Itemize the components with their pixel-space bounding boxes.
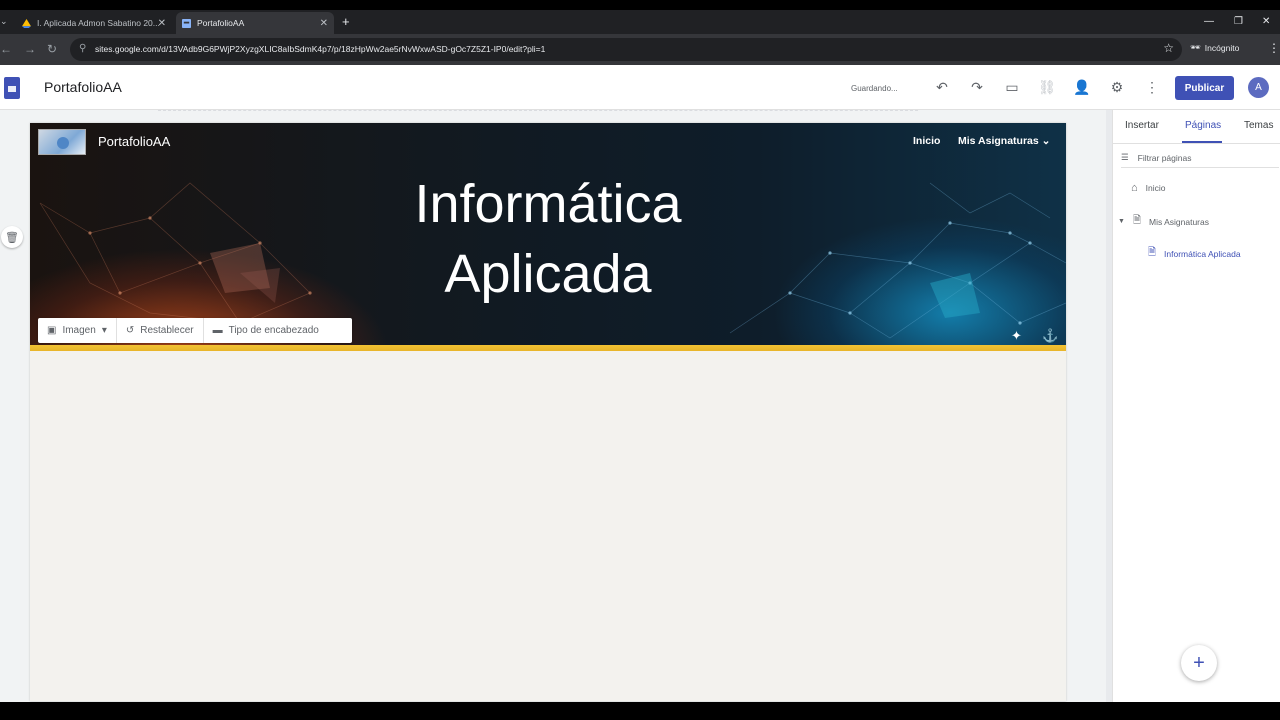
change-image-label: Imagen	[62, 325, 96, 336]
chrome-menu-icon[interactable]: ⋮	[1268, 41, 1280, 55]
filter-icon: ☰	[1121, 152, 1129, 162]
sites-icon	[182, 18, 191, 28]
restore-icon[interactable]: ❐	[1234, 16, 1243, 27]
page-item-label: Informática Aplicada	[1164, 248, 1241, 259]
section-guide	[158, 110, 918, 115]
reload-icon[interactable]: ↻	[47, 42, 57, 56]
new-tab-icon[interactable]: +	[342, 14, 350, 29]
browser-tabstrip: ⌄ I. Aplicada Admon Sabatino 20... ✕ Por…	[0, 10, 1280, 34]
reset-label: Restablecer	[140, 325, 194, 336]
expand-caret-icon[interactable]: ▼	[1118, 218, 1125, 225]
site-logo-image[interactable]	[38, 129, 86, 155]
redo-icon[interactable]: ↷	[967, 77, 987, 97]
nav-link-subjects[interactable]: Mis Asignaturas ⌄	[958, 135, 1050, 147]
header-banner[interactable]: PortafolioAA Inicio Mis Asignaturas ⌄ In…	[30, 123, 1066, 345]
side-panel: Insertar Páginas Temas ☰ Filtrar páginas…	[1112, 110, 1280, 702]
caret-down-icon: ▾	[101, 325, 107, 336]
change-image-button[interactable]: ▣ Imagen ▾	[38, 318, 117, 343]
drive-icon	[22, 18, 31, 28]
sites-app-bar: PortafolioAA Guardando... ↶ ↷ ▭ ⛓ 👤 ⚙ ⋮ …	[0, 65, 1280, 110]
browser-tab-drive[interactable]: I. Aplicada Admon Sabatino 20... ✕	[16, 12, 172, 34]
avatar[interactable]: A	[1248, 77, 1269, 98]
nav-link-home[interactable]: Inicio	[913, 135, 940, 147]
delete-section-icon[interactable]: 🗑	[1, 226, 23, 248]
chevron-down-icon: ⌄	[1041, 135, 1051, 147]
url-text: sites.google.com/d/13VAdb9G6PWjP2XyzgXLI…	[95, 44, 546, 54]
tab-label: I. Aplicada Admon Sabatino 20...	[37, 18, 160, 28]
filter-pages-input[interactable]: ☰ Filtrar páginas	[1121, 148, 1279, 168]
incognito-label: Incógnito	[1204, 42, 1240, 53]
minimize-icon[interactable]: —	[1204, 16, 1214, 27]
filter-placeholder: Filtrar páginas	[1137, 152, 1192, 163]
tab-pages[interactable]: Páginas	[1185, 120, 1221, 131]
google-sites-logo-icon[interactable]	[4, 77, 20, 99]
letterbox-top	[0, 0, 1280, 10]
page-item-home[interactable]: ⌂ Inicio	[1131, 182, 1166, 194]
page-icon: 🗎	[1132, 215, 1141, 226]
address-bar[interactable]: ⚲ sites.google.com/d/13VAdb9G6PWjP2XyzgX…	[70, 38, 1182, 61]
save-status: Guardando...	[851, 84, 898, 93]
undo-icon[interactable]: ↶	[932, 77, 952, 97]
image-icon: ▣	[47, 325, 57, 336]
nav-link-subjects-label: Mis Asignaturas	[958, 135, 1039, 147]
header-type-button[interactable]: ▬ Tipo de encabezado	[204, 318, 328, 343]
page-icon: 🗎	[1148, 247, 1157, 258]
site-info-icon[interactable]: ⚲	[79, 43, 86, 54]
page-item-informatica[interactable]: 🗎 Informática Aplicada	[1148, 245, 1241, 262]
site-title[interactable]: PortafolioAA	[44, 79, 122, 95]
header-image-toolbar: ▣ Imagen ▾ ↺ Restablecer ▬ Tipo de encab…	[38, 318, 352, 343]
page-item-label: Mis Asignaturas	[1148, 216, 1209, 227]
preview-icon[interactable]: ▭	[1002, 77, 1022, 97]
browser-tab-sites[interactable]: PortafolioAA ✕	[176, 12, 334, 34]
tab-themes[interactable]: Temas	[1244, 120, 1273, 131]
page-title-line2: Aplicada	[444, 244, 652, 304]
window-close-icon[interactable]: ✕	[1262, 16, 1270, 27]
link-icon[interactable]: ⛓	[1037, 77, 1057, 97]
sparkle-icon[interactable]: ✦	[1011, 328, 1022, 344]
incognito-indicator[interactable]: 🕶 Incógnito	[1190, 42, 1239, 53]
share-icon[interactable]: 👤	[1072, 77, 1092, 97]
tab-label: PortafolioAA	[197, 18, 245, 28]
letterbox-bottom	[0, 702, 1280, 720]
site-name[interactable]: PortafolioAA	[98, 134, 170, 149]
reset-button[interactable]: ↺ Restablecer	[117, 318, 204, 343]
header-accent-bar	[30, 345, 1066, 351]
anchor-icon[interactable]: ⚓	[1042, 328, 1058, 344]
page-item-subjects[interactable]: ▼ 🗎 Mis Asignaturas	[1118, 213, 1209, 230]
page-title[interactable]: Informática Aplicada	[30, 169, 1066, 309]
more-options-icon[interactable]: ⋮	[1142, 77, 1162, 97]
reset-icon: ↺	[125, 325, 135, 336]
add-page-button[interactable]: +	[1181, 645, 1217, 681]
page-title-line1: Informática	[414, 174, 682, 234]
close-icon[interactable]: ✕	[158, 18, 166, 29]
back-icon[interactable]: ←	[0, 42, 12, 56]
panel-divider	[1113, 143, 1280, 144]
close-icon[interactable]: ✕	[320, 18, 328, 29]
page-item-label: Inicio	[1145, 183, 1166, 193]
tab-insert[interactable]: Insertar	[1125, 120, 1159, 131]
publish-button[interactable]: Publicar	[1175, 76, 1234, 100]
incognito-icon: 🕶	[1190, 42, 1201, 52]
tab-search-icon[interactable]: ⌄	[0, 16, 8, 27]
bookmark-star-icon[interactable]: ☆	[1163, 41, 1174, 55]
browser-toolbar: ← → ↻ ⚲ sites.google.com/d/13VAdb9G6PWjP…	[0, 34, 1280, 65]
site-page: PortafolioAA Inicio Mis Asignaturas ⌄ In…	[30, 123, 1066, 701]
header-type-label: Tipo de encabezado	[228, 325, 319, 336]
header-type-icon: ▬	[212, 325, 223, 336]
forward-icon[interactable]: →	[24, 42, 36, 56]
settings-gear-icon[interactable]: ⚙	[1107, 77, 1127, 97]
home-icon: ⌂	[1131, 182, 1138, 194]
